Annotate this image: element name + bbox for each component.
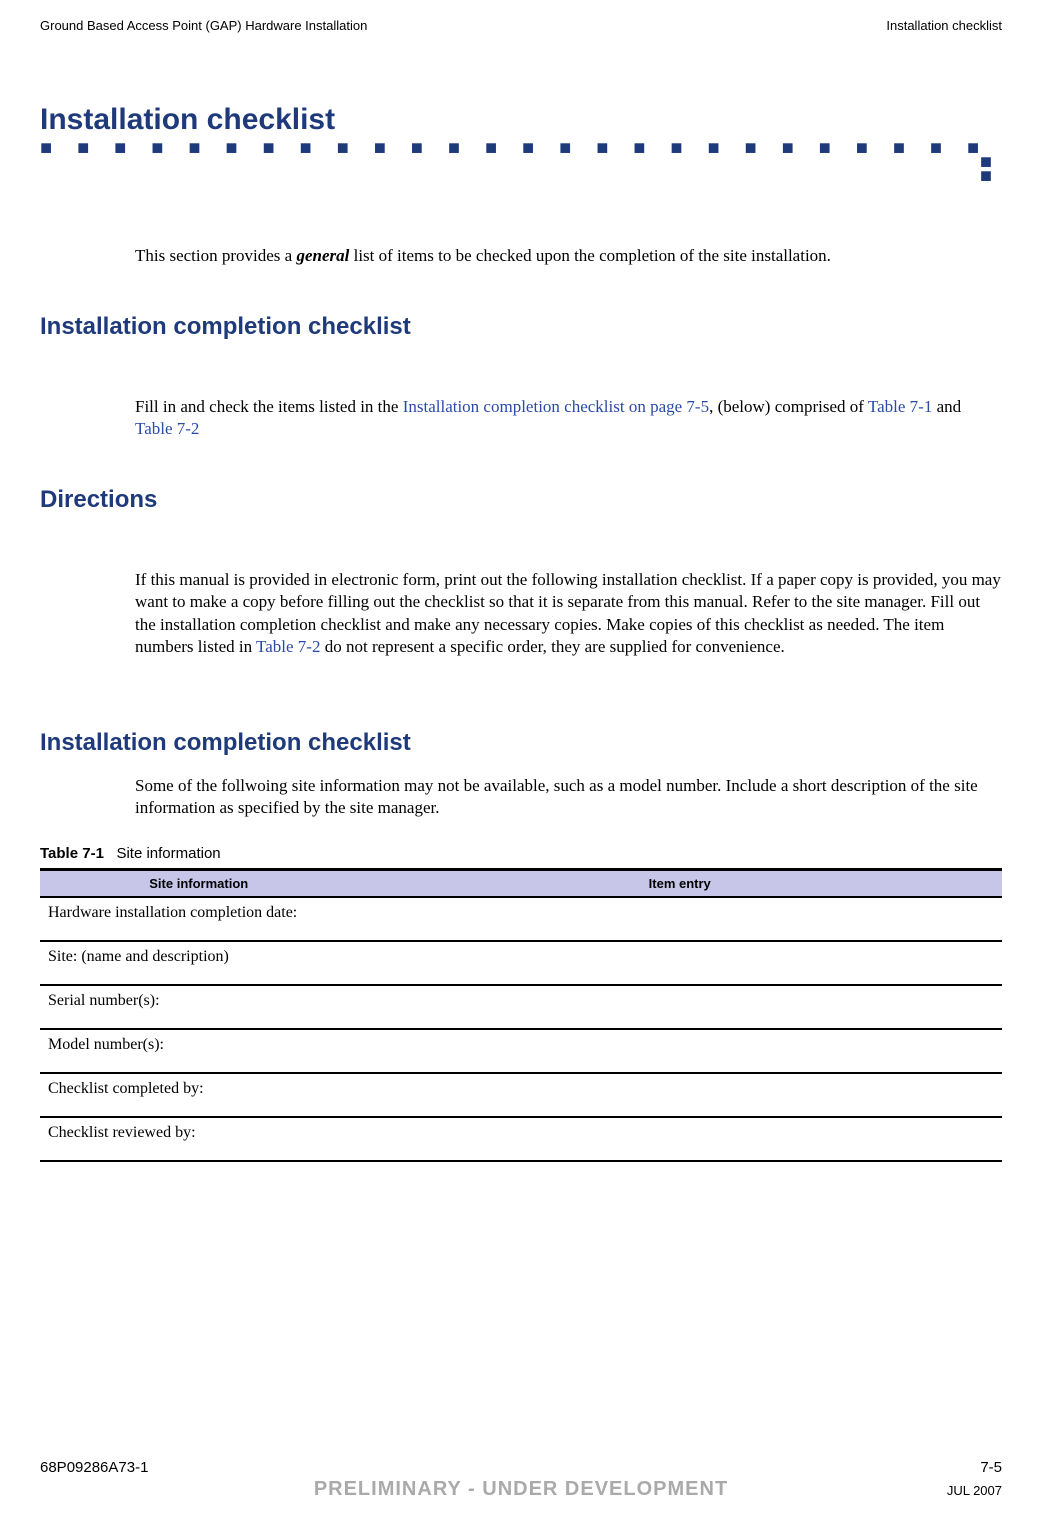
- intro-text-after: list of items to be checked upon the com…: [349, 246, 831, 265]
- table-7-1-caption: Table 7-1 Site information: [40, 845, 1002, 862]
- row-label: Serial number(s):: [40, 985, 357, 1029]
- table-7-1-title: Site information: [116, 845, 220, 862]
- footer-date: JUL 2007: [902, 1483, 1002, 1498]
- row-entry[interactable]: [357, 897, 1002, 941]
- row-entry[interactable]: [357, 1029, 1002, 1073]
- footer-page-number: 7-5: [980, 1459, 1002, 1476]
- heading-installation-completion-checklist-1: Installation completion checklist: [40, 313, 1002, 341]
- table-header-item-entry: Item entry: [357, 870, 1002, 898]
- completion-checklist-1-para: Fill in and check the items listed in th…: [135, 396, 1002, 441]
- intro-text-before: This section provides a: [135, 246, 296, 265]
- row-label: Model number(s):: [40, 1029, 357, 1073]
- directions-after: do not represent a specific order, they …: [320, 637, 784, 656]
- intro-general-em: general: [296, 246, 349, 265]
- row-entry[interactable]: [357, 1073, 1002, 1117]
- heading-installation-completion-checklist-2: Installation completion checklist: [40, 729, 1002, 757]
- table-7-1-number: Table 7-1: [40, 845, 104, 862]
- footer-preliminary-watermark: PRELIMINARY - UNDER DEVELOPMENT: [140, 1478, 902, 1501]
- row-entry[interactable]: [357, 941, 1002, 985]
- intro-paragraph: This section provides a general list of …: [135, 245, 1002, 268]
- link-table-7-1[interactable]: Table 7-1: [868, 397, 932, 416]
- row-label: Checklist completed by:: [40, 1073, 357, 1117]
- running-header: Ground Based Access Point (GAP) Hardware…: [40, 18, 1002, 33]
- page-footer: 68P09286A73-1 7-5 PRELIMINARY - UNDER DE…: [40, 1459, 1002, 1501]
- footer-doc-number: 68P09286A73-1: [40, 1459, 148, 1476]
- link-table-7-2-a[interactable]: Table 7-2: [135, 419, 199, 438]
- table-header-site-information: Site information: [40, 870, 357, 898]
- cc1-text-before: Fill in and check the items listed in th…: [135, 397, 403, 416]
- cc1-and: and: [932, 397, 961, 416]
- row-label: Checklist reviewed by:: [40, 1117, 357, 1161]
- table-row: Model number(s):: [40, 1029, 1002, 1073]
- running-header-left: Ground Based Access Point (GAP) Hardware…: [40, 18, 367, 33]
- table-row: Hardware installation completion date:: [40, 897, 1002, 941]
- cc1-mid1: , (below) comprised of: [709, 397, 868, 416]
- chapter-title: Installation checklist: [40, 103, 1002, 137]
- row-label: Site: (name and description): [40, 941, 357, 985]
- row-entry[interactable]: [357, 985, 1002, 1029]
- completion-checklist-2-para: Some of the follwoing site information m…: [135, 775, 1002, 820]
- table-row: Serial number(s):: [40, 985, 1002, 1029]
- table-row: Checklist reviewed by:: [40, 1117, 1002, 1161]
- heading-directions: Directions: [40, 486, 1002, 514]
- table-site-information: Site information Item entry Hardware ins…: [40, 868, 1002, 1162]
- running-header-right: Installation checklist: [886, 18, 1002, 33]
- table-header-row: Site information Item entry: [40, 870, 1002, 898]
- row-entry[interactable]: [357, 1117, 1002, 1161]
- directions-para: If this manual is provided in electronic…: [135, 569, 1002, 659]
- table-row: Site: (name and description): [40, 941, 1002, 985]
- table-row: Checklist completed by:: [40, 1073, 1002, 1117]
- row-label: Hardware installation completion date:: [40, 897, 357, 941]
- dotted-divider: ■ ■ ■ ■ ■ ■ ■ ■ ■ ■ ■ ■ ■ ■ ■ ■ ■ ■ ■ ■ …: [40, 141, 1002, 185]
- link-install-completion-checklist[interactable]: Installation completion checklist on pag…: [403, 397, 709, 416]
- link-table-7-2-b[interactable]: Table 7-2: [256, 637, 320, 656]
